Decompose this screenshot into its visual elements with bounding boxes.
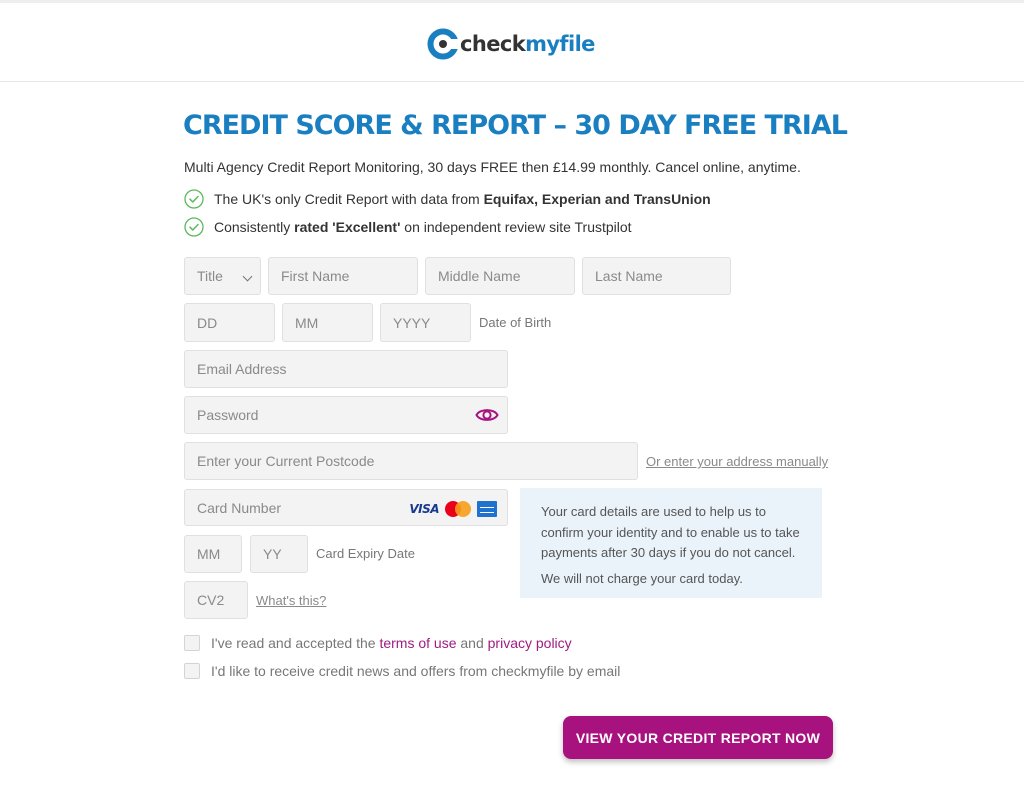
check-circle-icon	[184, 189, 204, 209]
chevron-down-icon	[242, 271, 253, 282]
no-charge-text: We will not charge your card today.	[541, 570, 743, 586]
password-input[interactable]: Password	[184, 396, 508, 434]
checkmyfile-logo[interactable]: checkmyfile	[427, 26, 595, 62]
logo-wordmark: checkmyfile	[460, 32, 595, 56]
postcode-input[interactable]: Enter your Current Postcode	[184, 442, 638, 480]
card-brands: VISA	[409, 500, 497, 518]
dob-label: Date of Birth	[479, 315, 552, 330]
marketing-checkbox[interactable]	[184, 663, 200, 679]
middle-name-input[interactable]: Middle Name	[425, 257, 575, 295]
feature-bullet-agencies: The UK's only Credit Report with data fr…	[184, 189, 711, 209]
feature-bullet-trustpilot: Consistently rated 'Excellent' on indepe…	[184, 217, 632, 237]
bullet-text: Consistently rated 'Excellent' on indepe…	[214, 219, 632, 235]
last-name-input[interactable]: Last Name	[582, 257, 731, 295]
expiry-year-input[interactable]: YY	[250, 535, 308, 573]
terms-label: I've read and accepted the terms of use …	[211, 635, 572, 651]
title-select[interactable]: Title	[184, 257, 261, 295]
eye-icon[interactable]	[475, 405, 499, 425]
cv2-input[interactable]: CV2	[184, 581, 248, 619]
terms-checkbox[interactable]	[184, 635, 200, 651]
logo-mark-icon	[427, 28, 459, 60]
card-info-box: Your card details are used to help us to…	[520, 488, 822, 598]
amex-icon	[477, 501, 497, 517]
expiry-month-input[interactable]: MM	[184, 535, 242, 573]
visa-icon: VISA	[409, 502, 439, 516]
expiry-label: Card Expiry Date	[316, 546, 415, 561]
privacy-policy-link[interactable]: privacy policy	[488, 635, 572, 651]
card-info-text: Your card details are used to help us to…	[541, 504, 800, 560]
check-circle-icon	[184, 217, 204, 237]
whats-this-link[interactable]: What's this?	[256, 593, 326, 608]
card-number-input[interactable]: Card Number VISA	[184, 489, 508, 526]
bullet-text: The UK's only Credit Report with data fr…	[214, 191, 711, 207]
page-title: CREDIT SCORE & REPORT – 30 DAY FREE TRIA…	[183, 110, 848, 141]
terms-of-use-link[interactable]: terms of use	[379, 635, 456, 651]
view-credit-report-button[interactable]: VIEW YOUR CREDIT REPORT NOW	[563, 716, 833, 759]
mastercard-icon	[445, 501, 471, 517]
email-input[interactable]: Email Address	[184, 350, 508, 388]
dob-day-input[interactable]: DD	[184, 303, 275, 342]
page-subtitle: Multi Agency Credit Report Monitoring, 3…	[184, 159, 801, 175]
marketing-label: I'd like to receive credit news and offe…	[211, 663, 621, 679]
dob-year-input[interactable]: YYYY	[380, 303, 471, 342]
dob-month-input[interactable]: MM	[282, 303, 373, 342]
first-name-input[interactable]: First Name	[268, 257, 418, 295]
site-header: checkmyfile	[0, 0, 1024, 82]
manual-address-link[interactable]: Or enter your address manually	[646, 454, 828, 469]
